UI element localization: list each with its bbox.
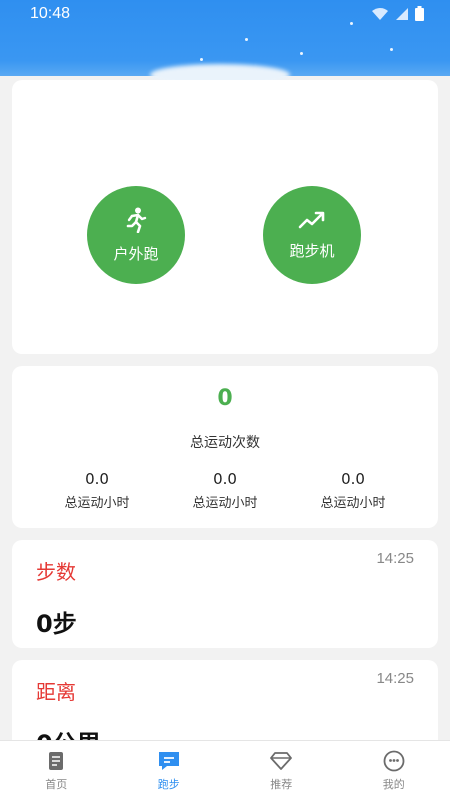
tab-running[interactable]: 跑步: [113, 741, 226, 800]
diamond-icon: [269, 750, 293, 772]
bottom-tab-bar: 首页 跑步 推荐 我的: [0, 740, 450, 800]
distance-time: 14:25: [376, 670, 414, 687]
trend-up-icon: [298, 210, 326, 234]
distance-title: 距离: [36, 680, 76, 704]
stat-value: 0.0: [341, 470, 365, 488]
tab-label: 推荐: [270, 777, 293, 791]
total-count-value: 0: [217, 386, 233, 411]
outdoor-run-button[interactable]: 户外跑: [87, 186, 185, 284]
wifi-icon: [371, 6, 389, 25]
tab-label: 跑步: [157, 777, 180, 791]
steps-value: 0步: [36, 610, 77, 638]
runner-icon: [124, 207, 148, 237]
tab-label: 首页: [45, 777, 68, 791]
run-mode-card: 户外跑 跑步机: [12, 80, 438, 354]
status-bar: 10:48: [0, 0, 450, 86]
status-icons: [371, 6, 424, 25]
stats-card: 0 总运动次数 0.0 总运动小时 0.0 总运动小时 0.0 总运动小时: [12, 366, 438, 528]
stat-item: 0.0 总运动小时: [37, 470, 157, 511]
steps-title: 步数: [36, 560, 76, 584]
stat-label: 总运动小时: [320, 496, 386, 511]
battery-icon: [415, 6, 424, 25]
outdoor-run-label: 户外跑: [113, 244, 159, 263]
total-count-label: 总运动次数: [190, 435, 260, 451]
treadmill-button[interactable]: 跑步机: [263, 186, 361, 284]
tab-label: 我的: [382, 777, 405, 791]
tab-home[interactable]: 首页: [0, 741, 113, 800]
steps-time: 14:25: [376, 550, 414, 567]
steps-card[interactable]: 步数 14:25 0步: [12, 540, 438, 648]
stat-item: 0.0 总运动小时: [165, 470, 285, 511]
message-icon: [157, 750, 181, 772]
stat-label: 总运动小时: [192, 496, 258, 511]
notebook-icon: [47, 750, 65, 772]
status-time: 10:48: [30, 5, 71, 22]
tab-profile[interactable]: 我的: [338, 741, 450, 800]
stat-item: 0.0 总运动小时: [293, 470, 413, 511]
smiley-icon: [383, 750, 405, 772]
tab-recommend[interactable]: 推荐: [225, 741, 338, 800]
signal-icon: [395, 6, 409, 25]
stat-label: 总运动小时: [64, 496, 130, 511]
stat-value: 0.0: [213, 470, 237, 488]
stat-value: 0.0: [85, 470, 109, 488]
treadmill-label: 跑步机: [289, 241, 335, 260]
